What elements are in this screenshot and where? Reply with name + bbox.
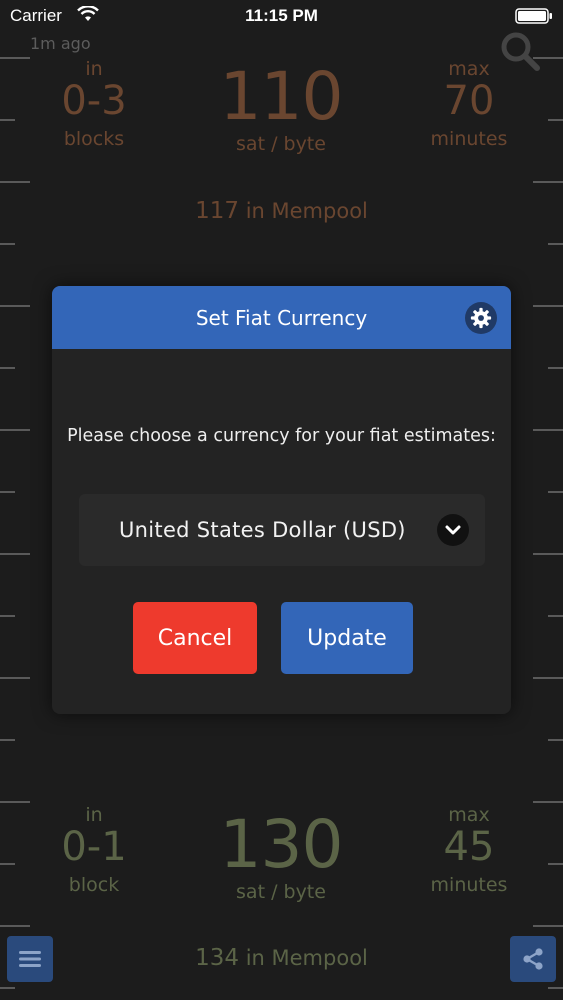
top-blocks-column: in 0-3 blocks (56, 58, 132, 150)
gear-icon (470, 307, 492, 329)
bottom-minutes-column: max 45 minutes (428, 804, 510, 896)
share-icon (523, 948, 543, 970)
top-mempool-line: 117 in Mempool (0, 198, 563, 224)
last-updated-label: 1m ago (30, 34, 91, 53)
update-button[interactable]: Update (281, 602, 413, 674)
bottom-minutes-value: 45 (443, 824, 495, 870)
scale-tick (548, 863, 563, 865)
scale-tick (533, 925, 563, 927)
bottom-max-label: max (448, 804, 490, 826)
bottom-blocks-column: in 0-1 block (56, 804, 132, 896)
selected-currency: United States Dollar (USD) (119, 518, 406, 542)
scale-tick (0, 987, 15, 989)
chevron-down-icon (437, 514, 469, 546)
clock: 11:15 PM (245, 6, 318, 25)
top-fee-column: 110 sat / byte (200, 58, 362, 155)
top-mempool-label: in Mempool (245, 199, 368, 223)
dialog-header: Set Fiat Currency (52, 286, 511, 349)
scale-tick (548, 367, 563, 369)
scale-tick (0, 615, 15, 617)
battery-icon (515, 8, 552, 24)
scale-tick (0, 181, 30, 183)
cancel-button[interactable]: Cancel (133, 602, 257, 674)
bottom-minutes-label: minutes (430, 874, 508, 896)
scale-tick (548, 987, 563, 989)
dialog-title: Set Fiat Currency (195, 305, 368, 330)
top-minutes-value: 70 (443, 78, 495, 124)
status-bar: Carrier 11:15 PM (0, 0, 563, 32)
bottom-fee-value: 130 (219, 806, 344, 883)
scale-tick (0, 429, 30, 431)
currency-select[interactable]: United States Dollar (USD) (79, 494, 485, 566)
bottom-mempool-line: 134 in Mempool (0, 945, 563, 971)
top-blocks-label: blocks (63, 128, 125, 150)
scale-tick (533, 677, 563, 679)
scale-tick (0, 739, 15, 741)
scale-tick (0, 491, 15, 493)
bottom-fee-unit: sat / byte (236, 881, 326, 903)
scale-tick (0, 677, 30, 679)
scale-tick (0, 367, 15, 369)
top-in-label: in (85, 58, 103, 80)
share-button[interactable] (510, 936, 556, 982)
top-mempool-count: 117 (195, 198, 240, 224)
scale-tick (548, 491, 563, 493)
scale-tick (0, 57, 30, 59)
bottom-blocks-value: 0-1 (61, 824, 127, 870)
left-scale-ticks (0, 0, 30, 1000)
menu-icon (19, 951, 41, 967)
bottom-blocks-label: block (68, 874, 120, 896)
right-scale-ticks (533, 0, 563, 1000)
menu-button[interactable] (7, 936, 53, 982)
scale-tick (548, 615, 563, 617)
top-max-label: max (448, 58, 490, 80)
scale-tick (533, 181, 563, 183)
scale-tick (0, 119, 15, 121)
scale-tick (533, 429, 563, 431)
top-minutes-label: minutes (430, 128, 508, 150)
currency-prompt: Please choose a currency for your fiat e… (67, 426, 496, 446)
bottom-in-label: in (85, 804, 103, 826)
top-minutes-column: max 70 minutes (428, 58, 510, 150)
scale-tick (0, 553, 30, 555)
scale-tick (0, 243, 15, 245)
bottom-mempool-count: 134 (195, 945, 240, 971)
scale-tick (0, 305, 30, 307)
settings-button[interactable] (465, 302, 497, 334)
scale-tick (548, 119, 563, 121)
scale-tick (533, 801, 563, 803)
scale-tick (548, 243, 563, 245)
fiat-currency-dialog: Set Fiat Currency Please choose a curren… (52, 286, 511, 714)
top-blocks-value: 0-3 (61, 78, 127, 124)
scale-tick (548, 739, 563, 741)
scale-tick (533, 553, 563, 555)
scale-tick (0, 925, 30, 927)
top-fee-unit: sat / byte (236, 133, 326, 155)
bottom-fee-column: 130 sat / byte (200, 806, 362, 903)
scale-tick (0, 801, 30, 803)
top-fee-value: 110 (219, 58, 344, 135)
scale-tick (0, 863, 15, 865)
bottom-mempool-label: in Mempool (245, 946, 368, 970)
scale-tick (533, 305, 563, 307)
